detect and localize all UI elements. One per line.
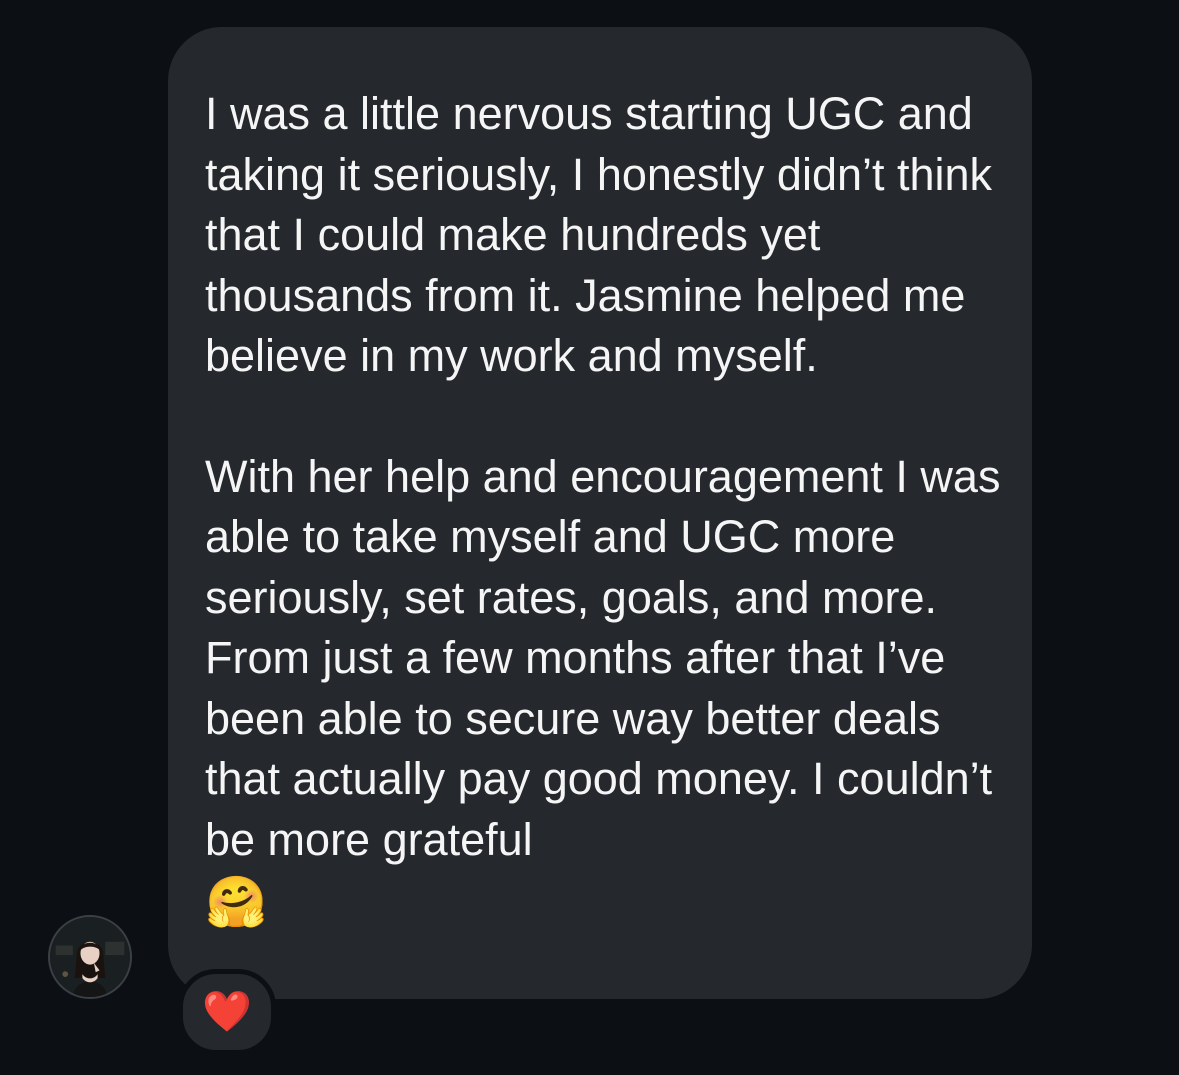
reaction-badge[interactable]: ❤️ (178, 969, 276, 1055)
sender-avatar[interactable] (48, 915, 132, 999)
message-paragraph-2: With her help and encouragement I was ab… (205, 447, 1002, 933)
red-heart-icon: ❤️ (202, 990, 252, 1034)
profile-photo-icon (50, 917, 130, 997)
message-bubble[interactable]: I was a little nervous starting UGC and … (168, 27, 1032, 999)
message-paragraph-2-text: With her help and encouragement I was ab… (205, 450, 1001, 865)
message-paragraph-1: I was a little nervous starting UGC and … (205, 88, 993, 381)
hugging-face-emoji-icon: 🤗 (205, 874, 268, 930)
